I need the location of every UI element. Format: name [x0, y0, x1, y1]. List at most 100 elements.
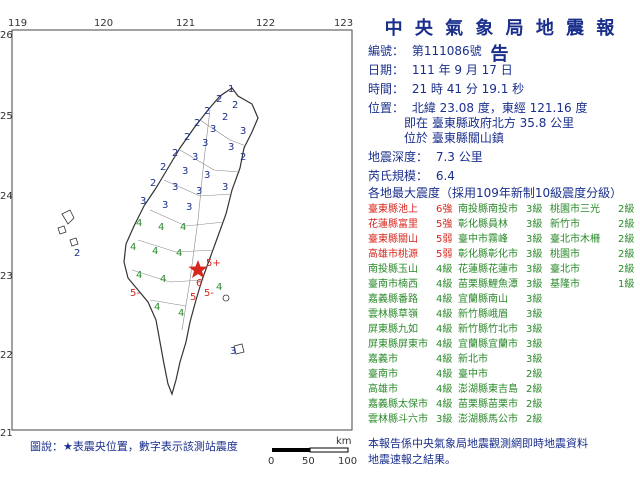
svg-text:5-: 5- — [204, 288, 214, 299]
time-row: 時間： 21 時 41 分 19.1 秒 — [368, 80, 524, 97]
intensity-place: 高雄市桃源 — [368, 249, 418, 260]
svg-text:3: 3 — [210, 124, 216, 135]
intensity-place: 彰化縣彰化市 — [458, 249, 518, 260]
longitude-ticks: 119 120 121 122 123 — [8, 18, 353, 29]
intensity-level: 5弱 — [436, 234, 453, 245]
intensity-level: 4級 — [436, 279, 453, 290]
intensity-level: 3級 — [526, 219, 543, 230]
intensity-row: 臺南市 4級 臺中市 2級 — [368, 365, 638, 380]
svg-text:3: 3 — [182, 166, 188, 177]
lon-tick: 123 — [334, 18, 353, 29]
intensity-place: 屏東縣屏東市 — [368, 339, 428, 350]
scale-tick: 50 — [302, 456, 315, 467]
svg-text:4: 4 — [136, 218, 142, 229]
svg-text:4: 4 — [176, 248, 182, 259]
svg-text:3: 3 — [172, 182, 178, 193]
footer-line: 本報告係中央氣象局地震觀測網即時地震資料 — [368, 437, 588, 450]
intensity-place: 臺東縣池上 — [368, 204, 418, 215]
intensity-level: 4級 — [436, 324, 453, 335]
time-value: 21 時 41 分 19.1 秒 — [411, 82, 525, 96]
intensity-level: 2級 — [526, 399, 543, 410]
number-row: 編號： 第111086號 — [368, 42, 482, 59]
intensity-place: 新北市 — [458, 354, 488, 365]
svg-text:4: 4 — [216, 282, 222, 293]
scale-tick: 0 — [268, 456, 274, 467]
svg-text:3: 3 — [230, 346, 236, 357]
intensity-level: 4級 — [436, 309, 453, 320]
scale-unit: km — [336, 436, 352, 447]
intensity-place: 臺北市木柵 — [550, 234, 600, 245]
svg-text:4: 4 — [154, 302, 160, 313]
intensity-row: 雲林縣斗六市 3級 澎湖縣馬公市 2級 — [368, 410, 638, 425]
intensity-place: 臺南市楠西 — [368, 279, 418, 290]
intensity-row: 臺南市楠西 4級 苗栗縣鯉魚潭 3級 基隆市 1級 — [368, 275, 638, 290]
svg-text:5: 5 — [190, 292, 196, 303]
map-panel: 119 120 121 122 123 26 25 24 23 22 21 1 … — [0, 0, 360, 480]
intensity-place: 桃園市三光 — [550, 204, 600, 215]
svg-text:4: 4 — [130, 242, 136, 253]
svg-text:4: 4 — [136, 270, 142, 281]
svg-text:4: 4 — [158, 222, 164, 233]
lon-tick: 120 — [94, 18, 113, 29]
lat-tick: 22 — [0, 350, 13, 361]
intensity-level: 3級 — [526, 339, 543, 350]
svg-text:3: 3 — [192, 152, 198, 163]
intensity-level: 4級 — [436, 264, 453, 275]
intensity-level: 2級 — [618, 219, 635, 230]
location-in: 位於 臺東縣關山鎮 — [404, 131, 504, 145]
intensity-place: 基隆市 — [550, 279, 580, 290]
magnitude-value: 6.4 — [435, 169, 455, 183]
svg-text:2: 2 — [172, 148, 178, 159]
intensity-row: 花蓮縣富里 5強 彰化縣員林 3級 新竹市 2級 — [368, 215, 638, 230]
svg-text:3: 3 — [196, 186, 202, 197]
intensity-level: 3級 — [526, 279, 543, 290]
intensity-level: 2級 — [526, 369, 543, 380]
intensity-place: 桃園市 — [550, 249, 580, 260]
intensity-place: 花蓮縣富里 — [368, 219, 418, 230]
svg-text:2: 2 — [204, 106, 210, 117]
lat-tick: 21 — [0, 428, 13, 439]
intensity-level: 2級 — [618, 249, 635, 260]
intensity-place: 花蓮縣花蓮市 — [458, 264, 518, 275]
intensity-place: 嘉義市 — [368, 354, 398, 365]
intensity-row: 嘉義縣番路 4級 宜蘭縣南山 3級 — [368, 290, 638, 305]
lon-tick: 122 — [256, 18, 275, 29]
intensity-place: 苗栗縣鯉魚潭 — [458, 279, 518, 290]
earthquake-map: 119 120 121 122 123 26 25 24 23 22 21 1 … — [0, 18, 357, 467]
scale-bar: km 0 50 100 — [268, 436, 357, 467]
intensity-level: 4級 — [436, 399, 453, 410]
footer-line: 地震速報之結果。 — [368, 453, 456, 466]
number-label: 編號： — [368, 44, 405, 58]
svg-text:6: 6 — [196, 278, 202, 289]
scale-tick: 100 — [338, 456, 357, 467]
lon-tick: 121 — [176, 18, 195, 29]
intensity-row: 南投縣玉山 4級 花蓮縣花蓮市 3級 臺北市 2級 — [368, 260, 638, 275]
svg-text:2: 2 — [160, 162, 166, 173]
intensity-level: 4級 — [436, 294, 453, 305]
svg-text:3: 3 — [222, 182, 228, 193]
intensity-row: 嘉義縣太保市 4級 苗栗縣苗栗市 2級 — [368, 395, 638, 410]
svg-text:3: 3 — [186, 202, 192, 213]
intensity-level: 2級 — [526, 414, 543, 425]
intensity-level: 3級 — [526, 309, 543, 320]
intensity-place: 新竹縣峨眉 — [458, 309, 508, 320]
depth-label: 地震深度： — [368, 150, 429, 164]
intensity-level: 4級 — [436, 354, 453, 365]
svg-text:3: 3 — [162, 200, 168, 211]
svg-text:5+: 5+ — [206, 258, 221, 269]
intensity-level: 5強 — [436, 219, 453, 230]
map-legend: 圖說：★表震央位置，數字表示該測站震度 — [30, 440, 238, 453]
svg-text:3: 3 — [140, 196, 146, 207]
intensity-place: 新竹市 — [550, 219, 580, 230]
intensity-place: 南投縣南投市 — [458, 204, 518, 215]
intensity-table: 臺東縣池上 6強 南投縣南投市 3級 桃園市三光 2級 花蓮縣富里 5強 彰化縣員林 3級 新竹市 2… — [368, 200, 638, 425]
svg-text:4: 4 — [178, 308, 184, 319]
intensity-place: 臺東縣關山 — [368, 234, 418, 245]
number-value: 第111086號 — [411, 44, 482, 58]
svg-text:2: 2 — [74, 248, 80, 259]
lat-tick: 24 — [0, 191, 13, 202]
intensity-place: 屏東縣九如 — [368, 324, 418, 335]
intensity-row: 屏東縣九如 4級 新竹縣竹北市 3級 — [368, 320, 638, 335]
intensity-place: 澎湖縣東吉島 — [458, 384, 518, 395]
intensity-row: 臺東縣池上 6強 南投縣南投市 3級 桃園市三光 2級 — [368, 200, 638, 215]
